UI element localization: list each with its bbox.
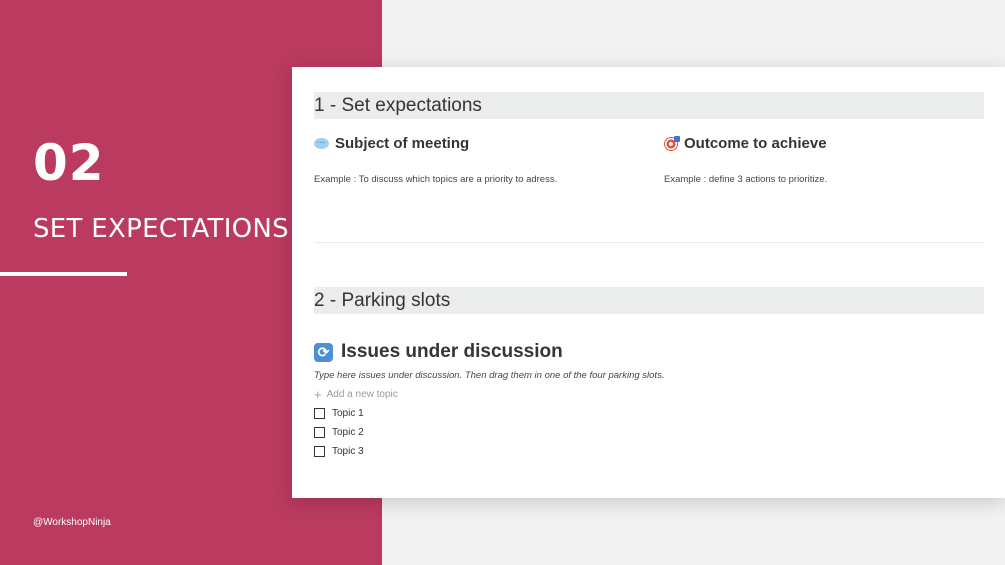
- topic-label: Topic 3: [332, 446, 364, 457]
- section-header-set-expectations: 1 - Set expectations: [314, 92, 984, 119]
- accent-line: [0, 272, 127, 276]
- section-header-parking-slots: 2 - Parking slots: [314, 287, 984, 314]
- outcome-heading-label: Outcome to achieve: [684, 135, 827, 152]
- subject-heading-label: Subject of meeting: [335, 135, 470, 152]
- subject-column: ··· Subject of meeting Example : To disc…: [314, 135, 557, 185]
- topic-label: Topic 1: [332, 408, 364, 419]
- section-header-label: 2 - Parking slots: [314, 290, 451, 311]
- divider: [314, 242, 984, 243]
- topic-checkbox[interactable]: [314, 408, 325, 419]
- refresh-icon: ⟳: [314, 342, 333, 362]
- issues-heading-label: Issues under discussion: [341, 341, 563, 362]
- topic-item[interactable]: Topic 1: [314, 408, 664, 419]
- outcome-heading: Outcome to achieve: [664, 135, 827, 152]
- topic-item[interactable]: Topic 3: [314, 446, 664, 457]
- slide-title: SET EXPECTATIONS: [33, 214, 289, 244]
- issues-block: ⟳ Issues under discussion Type here issu…: [314, 341, 664, 457]
- add-topic-button[interactable]: + Add a new topic: [314, 386, 664, 402]
- topic-label: Topic 2: [332, 427, 364, 438]
- subject-heading: ··· Subject of meeting: [314, 135, 557, 152]
- document-screenshot: 1 - Set expectations ··· Subject of meet…: [292, 67, 1005, 498]
- slide-number: 02: [33, 134, 105, 192]
- topic-item[interactable]: Topic 2: [314, 427, 664, 438]
- issues-heading: ⟳ Issues under discussion: [314, 341, 664, 363]
- author-handle: @WorkshopNinja: [33, 517, 111, 528]
- outcome-column: Outcome to achieve Example : define 3 ac…: [664, 135, 827, 185]
- add-topic-label: Add a new topic: [326, 389, 398, 400]
- section-header-label: 1 - Set expectations: [314, 95, 482, 116]
- target-icon: [664, 135, 680, 151]
- subject-example[interactable]: Example : To discuss which topics are a …: [314, 174, 557, 185]
- topic-checkbox[interactable]: [314, 446, 325, 457]
- plus-icon: +: [314, 386, 322, 402]
- speech-bubble-icon: ···: [314, 137, 329, 150]
- issues-instructions: Type here issues under discussion. Then …: [314, 370, 665, 381]
- topic-checkbox[interactable]: [314, 427, 325, 438]
- outcome-example[interactable]: Example : define 3 actions to prioritize…: [664, 174, 827, 185]
